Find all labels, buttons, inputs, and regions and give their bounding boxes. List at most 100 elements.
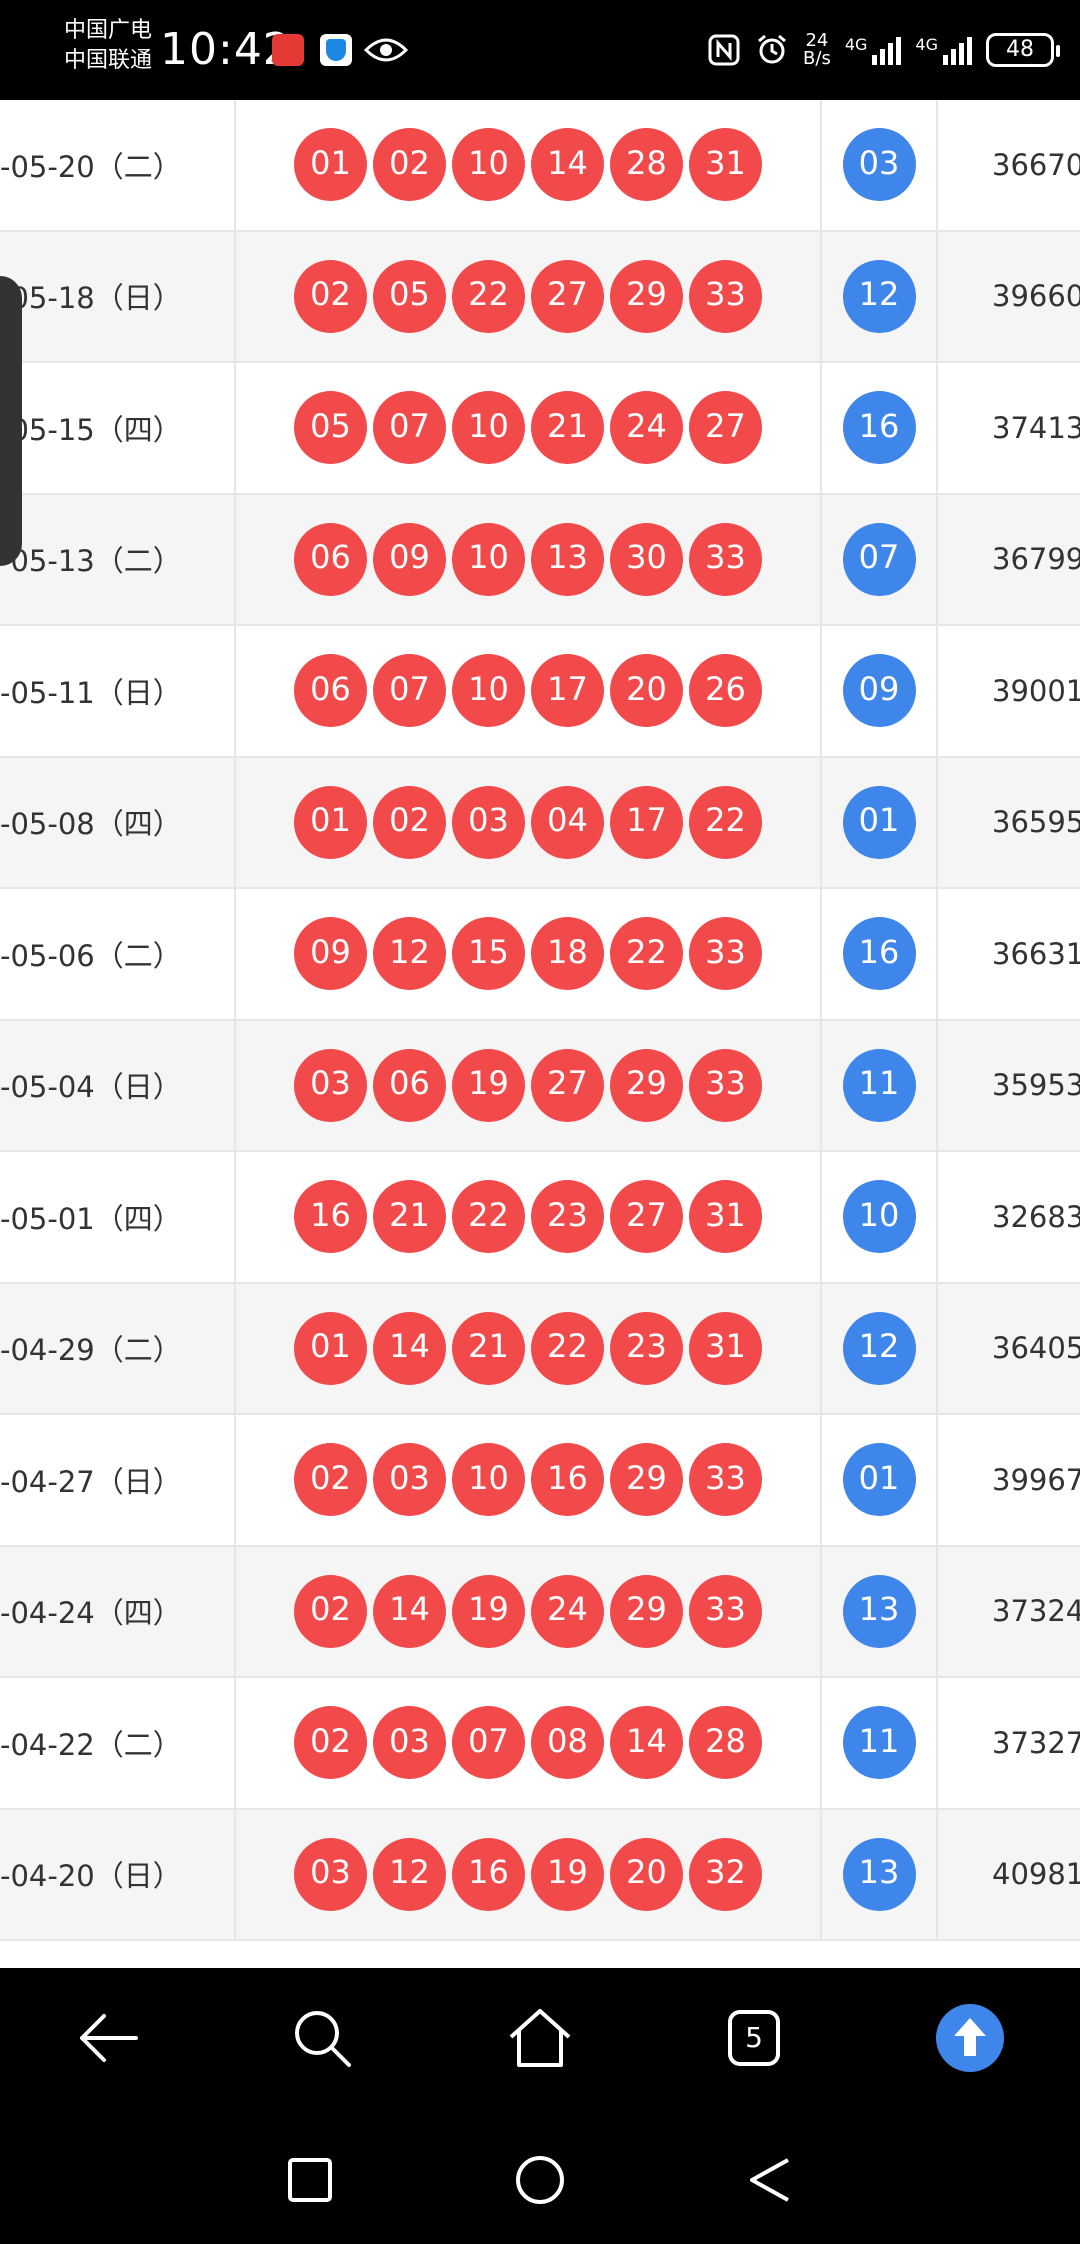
blue-ball-cell: 09 bbox=[822, 626, 938, 756]
blue-ball-cell: 13 bbox=[822, 1809, 938, 1939]
red-ball: 05 bbox=[294, 391, 367, 465]
red-balls: 02 14 19 24 29 33 bbox=[236, 1546, 822, 1676]
red-ball: 12 bbox=[373, 917, 446, 991]
blue-ball: 03 bbox=[842, 128, 916, 202]
blue-ball: 10 bbox=[842, 1180, 916, 1254]
red-ball: 33 bbox=[689, 259, 762, 333]
blue-ball: 01 bbox=[842, 785, 916, 859]
home-icon bbox=[509, 2009, 571, 2067]
red-ball: 27 bbox=[610, 1180, 683, 1254]
blue-ball: 01 bbox=[842, 1443, 916, 1517]
red-ball: 03 bbox=[294, 1837, 367, 1911]
blue-ball: 13 bbox=[842, 1837, 916, 1911]
red-ball: 14 bbox=[610, 1706, 683, 1780]
red-ball: 01 bbox=[294, 785, 367, 859]
draw-date: -05-04（日） bbox=[0, 1020, 236, 1150]
red-ball: 26 bbox=[689, 654, 762, 728]
red-balls: 01 02 03 04 17 22 bbox=[236, 757, 822, 887]
carrier-info: 中国广电 中国联通 bbox=[64, 16, 152, 76]
red-ball: 14 bbox=[531, 128, 604, 202]
status-bar: 中国广电 中国联通 10:42 24 B/s 4G 4G 48 bbox=[0, 0, 1080, 100]
red-balls: 06 09 10 13 30 33 bbox=[236, 494, 822, 624]
red-ball: 27 bbox=[689, 391, 762, 465]
scroll-top-button[interactable] bbox=[922, 1990, 1018, 2086]
sales-amount: 36670 bbox=[992, 147, 1080, 182]
blue-ball-cell: 07 bbox=[822, 494, 938, 624]
table-row: -04-27（日） 02 03 10 16 29 33 01 39967 bbox=[0, 1415, 1080, 1547]
search-button[interactable] bbox=[274, 1990, 370, 2086]
red-ball: 07 bbox=[452, 1706, 525, 1780]
table-row: -05-06（二） 09 12 15 18 22 33 16 36631 bbox=[0, 889, 1080, 1021]
red-ball: 29 bbox=[610, 1574, 683, 1648]
red-ball: 19 bbox=[452, 1574, 525, 1648]
red-ball: 16 bbox=[294, 1180, 367, 1254]
net-speed: 24 B/s bbox=[803, 32, 831, 68]
tabs-button[interactable]: 5 bbox=[706, 1990, 802, 2086]
recents-icon[interactable] bbox=[282, 2152, 338, 2208]
side-drawer-handle[interactable] bbox=[0, 276, 22, 566]
network-label-1: 4G bbox=[844, 35, 868, 54]
red-ball: 06 bbox=[373, 1048, 446, 1122]
red-ball: 23 bbox=[610, 1311, 683, 1385]
red-balls: 01 02 10 14 28 31 bbox=[236, 100, 822, 230]
back-button[interactable] bbox=[60, 1990, 156, 2086]
red-ball: 28 bbox=[689, 1706, 762, 1780]
red-ball: 33 bbox=[689, 1443, 762, 1517]
draw-date: -04-24（四） bbox=[0, 1546, 236, 1676]
red-ball: 10 bbox=[452, 654, 525, 728]
scroll-top-icon bbox=[936, 2004, 1004, 2072]
draw-date: -04-27（日） bbox=[0, 1415, 236, 1545]
red-ball: 02 bbox=[373, 128, 446, 202]
red-ball: 27 bbox=[531, 259, 604, 333]
eye-icon bbox=[364, 38, 408, 62]
red-ball: 14 bbox=[373, 1311, 446, 1385]
alarm-icon bbox=[758, 34, 787, 64]
back-triangle-icon[interactable] bbox=[742, 2152, 798, 2208]
red-ball: 10 bbox=[452, 522, 525, 596]
home-circle-icon[interactable] bbox=[512, 2152, 568, 2208]
sales-amount: 35953 bbox=[992, 1068, 1080, 1103]
draw-date: -05-20（二） bbox=[0, 100, 236, 230]
blue-ball-cell: 01 bbox=[822, 1415, 938, 1545]
red-ball: 19 bbox=[531, 1837, 604, 1911]
blue-ball: 16 bbox=[842, 917, 916, 991]
red-ball: 01 bbox=[294, 1311, 367, 1385]
sales-amount: 36631 bbox=[992, 936, 1080, 971]
red-ball: 14 bbox=[373, 1574, 446, 1648]
status-icons: 24 B/s 4G 4G 48 bbox=[707, 28, 1060, 72]
red-ball: 04 bbox=[531, 785, 604, 859]
sales-amount: 36595 bbox=[992, 805, 1080, 840]
draw-date: -04-29（二） bbox=[0, 1283, 236, 1413]
red-balls: 09 12 15 18 22 33 bbox=[236, 889, 822, 1019]
blue-ball-cell: 12 bbox=[822, 1283, 938, 1413]
sales-amount: 36799 bbox=[992, 542, 1080, 577]
red-balls: 05 07 10 21 24 27 bbox=[236, 363, 822, 493]
home-button[interactable] bbox=[492, 1990, 588, 2086]
red-ball: 10 bbox=[452, 391, 525, 465]
red-balls: 02 03 07 08 14 28 bbox=[236, 1678, 822, 1808]
red-ball: 10 bbox=[452, 128, 525, 202]
red-ball: 29 bbox=[610, 1048, 683, 1122]
draw-date: -05-06（二） bbox=[0, 889, 236, 1019]
nfc-icon bbox=[708, 34, 740, 66]
red-ball: 09 bbox=[373, 522, 446, 596]
blue-ball-cell: 16 bbox=[822, 363, 938, 493]
blue-ball: 13 bbox=[842, 1574, 916, 1648]
red-ball: 31 bbox=[689, 1180, 762, 1254]
table-row: -05-20（二） 01 02 10 14 28 31 03 36670 bbox=[0, 100, 1080, 232]
draw-date: -04-22（二） bbox=[0, 1678, 236, 1808]
battery-icon: 48 bbox=[986, 33, 1060, 67]
sales-amount: 37413 bbox=[992, 410, 1080, 445]
red-balls: 03 06 19 27 29 33 bbox=[236, 1020, 822, 1150]
red-ball: 17 bbox=[610, 785, 683, 859]
blue-ball: 07 bbox=[842, 522, 916, 596]
sales-amount: 40981 bbox=[992, 1857, 1080, 1892]
red-ball: 06 bbox=[294, 654, 367, 728]
red-balls: 02 03 10 16 29 33 bbox=[236, 1415, 822, 1545]
red-ball: 20 bbox=[610, 1837, 683, 1911]
blue-ball: 12 bbox=[842, 259, 916, 333]
blue-ball-cell: 13 bbox=[822, 1546, 938, 1676]
red-ball: 33 bbox=[689, 522, 762, 596]
signal-icon-2: 4G bbox=[915, 35, 972, 65]
browser-toolbar: 5 bbox=[0, 1968, 1080, 2108]
